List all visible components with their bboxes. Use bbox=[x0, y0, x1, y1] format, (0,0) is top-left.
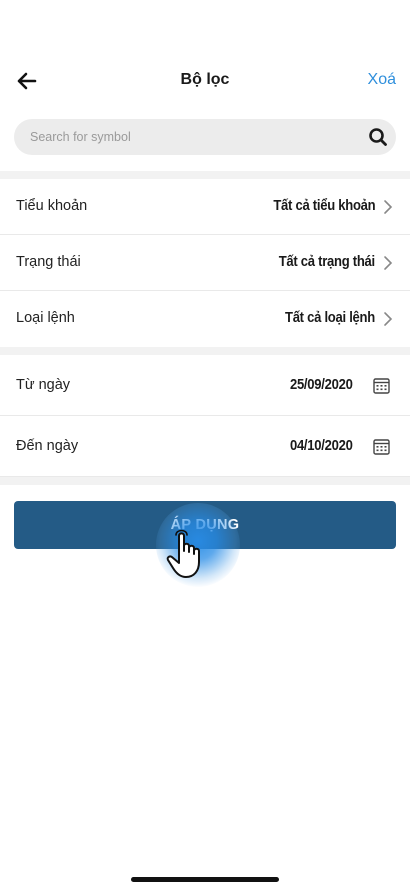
chevron-right-icon bbox=[384, 256, 393, 270]
calendar-icon[interactable] bbox=[373, 377, 390, 394]
date-label: Đến ngày bbox=[16, 438, 79, 454]
filter-label: Trạng thái bbox=[16, 254, 81, 270]
section-divider bbox=[0, 477, 410, 485]
date-value: 25/09/2020 bbox=[290, 377, 353, 393]
header-bar: Bộ lọc Xoá bbox=[0, 56, 410, 106]
date-label: Từ ngày bbox=[16, 377, 71, 393]
filter-row-order-type[interactable]: Loại lệnh Tất cả loại lệnh bbox=[0, 291, 410, 347]
chevron-right-icon bbox=[384, 312, 393, 326]
filter-label: Tiểu khoản bbox=[16, 198, 88, 214]
filter-value: Tất cả loại lệnh bbox=[285, 310, 375, 326]
home-indicator bbox=[131, 877, 279, 882]
filter-value: Tất cả trạng thái bbox=[278, 254, 375, 270]
date-value: 04/10/2020 bbox=[290, 438, 353, 454]
date-row-from[interactable]: Từ ngày 25/09/2020 bbox=[0, 355, 410, 416]
filter-row-sub-account[interactable]: Tiểu khoản Tất cả tiểu khoản bbox=[0, 179, 410, 235]
search-input[interactable] bbox=[30, 119, 360, 155]
page-title: Bộ lọc bbox=[180, 71, 230, 88]
chevron-right-icon bbox=[384, 200, 393, 214]
filter-value: Tất cả tiểu khoản bbox=[272, 198, 375, 214]
apply-button[interactable]: ÁP DỤNG bbox=[14, 501, 396, 549]
back-button[interactable] bbox=[14, 68, 40, 94]
clear-button[interactable]: Xoá bbox=[368, 71, 396, 89]
section-divider bbox=[0, 171, 410, 179]
filter-label: Loại lệnh bbox=[16, 310, 75, 326]
search-bar bbox=[14, 119, 396, 155]
filter-row-status[interactable]: Trạng thái Tất cả trạng thái bbox=[0, 235, 410, 291]
search-icon[interactable] bbox=[368, 127, 388, 147]
date-row-to[interactable]: Đến ngày 04/10/2020 bbox=[0, 416, 410, 477]
section-divider bbox=[0, 347, 410, 355]
arrow-left-icon bbox=[17, 72, 37, 90]
calendar-icon[interactable] bbox=[373, 438, 390, 455]
